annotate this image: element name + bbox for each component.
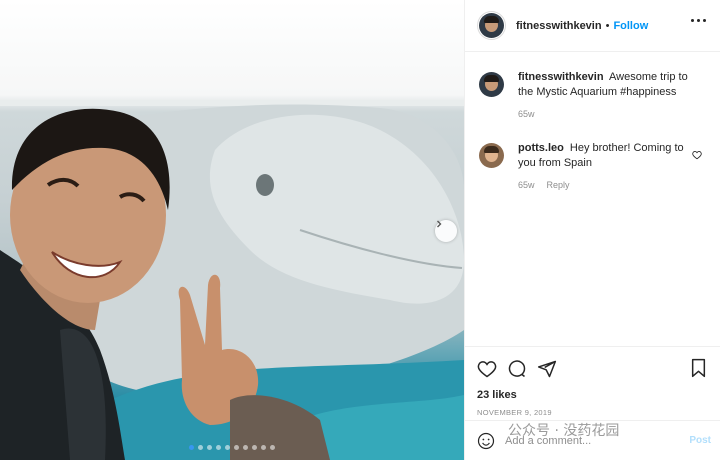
carousel-dots [0,445,464,450]
post-comment-button[interactable]: Post [689,435,711,446]
author-username[interactable]: fitnesswithkevin [516,20,602,32]
caption-username[interactable]: fitnesswithkevin [518,71,604,83]
comments-list: fitnesswithkevin Awesome trip to the Mys… [465,52,720,190]
carousel-dot [243,445,248,450]
caption-text: fitnesswithkevin Awesome trip to the Mys… [518,70,693,100]
carousel-dot [189,445,194,450]
caption: fitnesswithkevin Awesome trip to the Mys… [479,70,706,119]
emoji-icon[interactable] [477,432,495,450]
bookmark-icon[interactable] [690,358,707,383]
post-photo[interactable] [0,0,464,460]
avatar[interactable] [479,143,504,168]
post-actions: 23 likes NOVEMBER 9, 2019 [465,346,720,417]
comment-text: potts.leo Hey brother! Coming to you fro… [518,141,693,171]
comment-username[interactable]: potts.leo [518,142,564,154]
share-icon[interactable] [537,359,557,379]
caption-time: 65w [518,109,535,119]
like-comment-heart-icon[interactable] [692,147,702,165]
like-count[interactable]: 23 likes [477,389,711,401]
carousel-dot [225,445,230,450]
add-comment-bar: Post [465,420,720,460]
chevron-right-icon [437,220,442,228]
follow-button[interactable]: Follow [613,20,648,32]
carousel-dot [261,445,266,450]
avatar[interactable] [479,13,504,38]
comment-input[interactable] [505,434,680,447]
post-header: fitnesswithkevin • Follow [465,0,720,52]
carousel-next-button[interactable] [435,220,457,242]
post-sidebar: fitnesswithkevin • Follow fitnesswithkev… [464,0,720,460]
heart-icon[interactable] [477,359,497,379]
carousel-dot [207,445,212,450]
avatar[interactable] [479,72,504,97]
carousel-dot [234,445,239,450]
carousel-dot [252,445,257,450]
post-date: NOVEMBER 9, 2019 [477,408,552,417]
comment-icon[interactable] [507,359,527,379]
comment-item: potts.leo Hey brother! Coming to you fro… [479,141,706,190]
carousel-dot [270,445,275,450]
carousel-dot [198,445,203,450]
separator-dot: • [605,19,610,32]
selfie-beluga-image [0,100,464,460]
reply-button[interactable]: Reply [547,180,570,190]
more-icon[interactable] [691,19,706,22]
carousel-dot [216,445,221,450]
comment-time: 65w [518,180,535,190]
